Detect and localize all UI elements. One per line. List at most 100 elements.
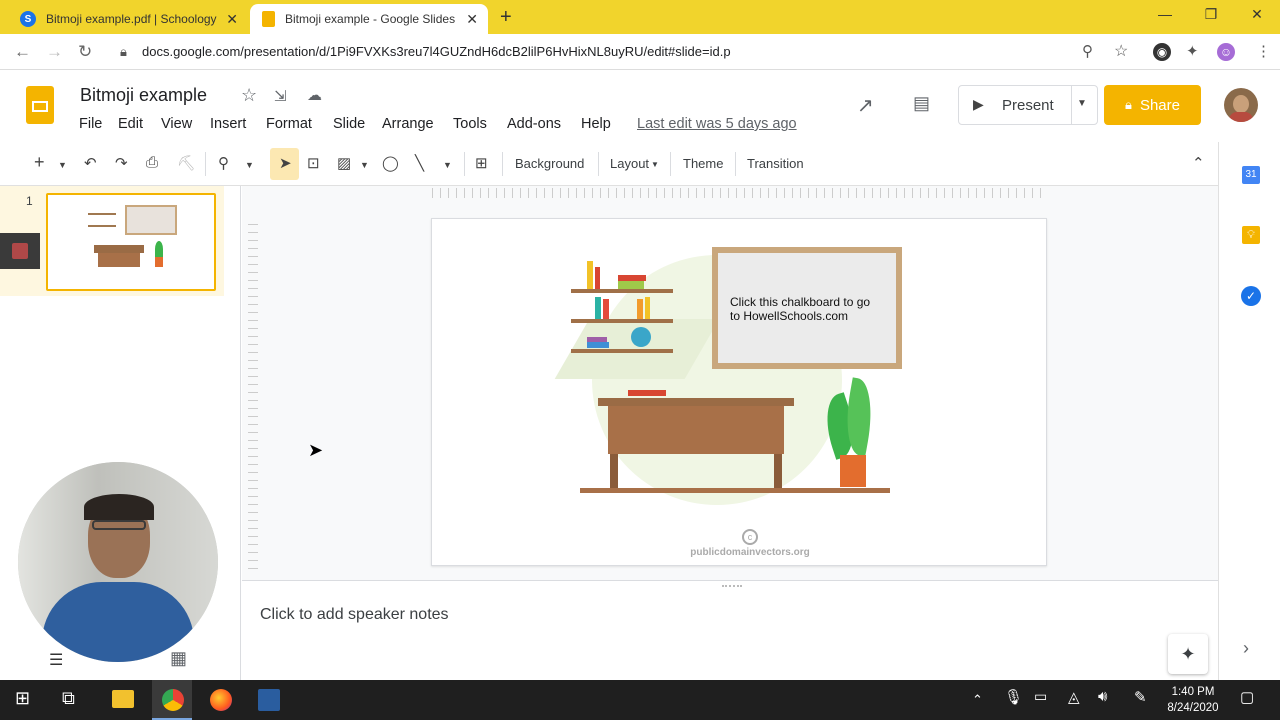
menu-file[interactable]: File xyxy=(79,116,102,132)
present-button[interactable]: ▶ Present ▼ xyxy=(958,85,1098,125)
line-dropdown-icon[interactable]: ▼ xyxy=(443,160,452,170)
chalkboard-frame[interactable]: Click this chalkboard to go to HowellSch… xyxy=(712,247,902,369)
webcam-overlay-tab xyxy=(0,233,40,269)
paint-format-icon[interactable]: ⛏ xyxy=(177,154,196,172)
image-dropdown-icon[interactable]: ▼ xyxy=(360,160,369,170)
url-field[interactable]: docs.google.com/presentation/d/1Pi9FVXKs… xyxy=(142,44,731,59)
extensions-puzzle-icon[interactable]: ✦ xyxy=(1186,42,1199,60)
tab-google-slides[interactable]: Bitmoji example - Google Slides ✕ xyxy=(250,4,488,34)
restore-icon[interactable]: ❐ xyxy=(1188,6,1234,23)
profile-avatar-icon[interactable]: ☺ xyxy=(1217,43,1235,61)
line-icon[interactable]: ╲ xyxy=(415,154,424,172)
move-folder-icon[interactable]: ⇲ xyxy=(274,87,287,105)
menu-help[interactable]: Help xyxy=(581,116,611,132)
menu-view[interactable]: View xyxy=(161,116,192,132)
forward-icon[interactable]: → xyxy=(46,42,63,62)
image-icon[interactable]: ▨ xyxy=(337,154,351,172)
lock-icon[interactable]: 🔒︎ xyxy=(120,44,127,60)
volume-icon[interactable]: 🔊︎ xyxy=(1098,688,1107,705)
present-dropdown-icon[interactable]: ▼ xyxy=(1077,98,1087,109)
cloud-status-icon[interactable]: ☁ xyxy=(307,86,322,104)
last-edit-link[interactable]: Last edit was 5 days ago xyxy=(637,116,797,132)
menu-edit[interactable]: Edit xyxy=(118,116,143,132)
redo-icon[interactable]: ↷ xyxy=(115,154,128,172)
clock[interactable]: 1:40 PM 8/24/2020 xyxy=(1162,684,1224,716)
star-icon[interactable]: ☆ xyxy=(1114,41,1128,61)
zoom-dropdown-icon[interactable]: ▼ xyxy=(245,160,254,170)
speaker-notes-placeholder[interactable]: Click to add speaker notes xyxy=(260,606,449,624)
add-comment-icon[interactable]: ⊞ xyxy=(475,154,488,172)
minimize-icon[interactable]: — xyxy=(1142,6,1188,22)
back-icon[interactable]: ← xyxy=(14,42,31,62)
battery-icon[interactable]: ▭ xyxy=(1034,688,1047,705)
menu-insert[interactable]: Insert xyxy=(210,116,246,132)
close-tab-icon[interactable]: ✕ xyxy=(226,11,238,28)
chalkboard[interactable]: Click this chalkboard to go to HowellSch… xyxy=(718,253,896,363)
menu-arrange[interactable]: Arrange xyxy=(382,116,434,132)
star-icon[interactable]: ☆ xyxy=(241,85,257,106)
filmstrip-panel: 1 ☰ ▦ xyxy=(0,186,241,680)
tab-title: Bitmoji example - Google Slides xyxy=(285,12,456,26)
tasks-icon[interactable]: ✓ xyxy=(1241,286,1261,306)
document-title[interactable]: Bitmoji example xyxy=(80,85,207,106)
watermark-text: publicdomainvectors.org xyxy=(690,547,810,558)
keep-icon[interactable]: 💡︎ xyxy=(1242,226,1260,244)
file-explorer-icon[interactable] xyxy=(112,690,134,708)
zoom-icon[interactable]: ⚲ xyxy=(1082,42,1093,60)
reload-icon[interactable]: ↻ xyxy=(78,42,92,62)
app-window-icon[interactable] xyxy=(258,689,280,711)
layout-button[interactable]: Layout xyxy=(610,156,649,171)
more-menu-icon[interactable]: ⋮ xyxy=(1256,42,1271,60)
undo-icon[interactable]: ↶ xyxy=(84,154,97,172)
new-tab-icon[interactable]: + xyxy=(500,6,512,29)
grid-view-icon[interactable]: ▦ xyxy=(170,648,187,669)
tab-schoology[interactable]: S Bitmoji example.pdf | Schoology ✕ xyxy=(8,4,248,34)
new-slide-dropdown-icon[interactable]: ▼ xyxy=(58,160,67,170)
present-label: Present xyxy=(1002,97,1054,114)
extension-icon[interactable]: ◉ xyxy=(1153,43,1171,61)
menu-slide[interactable]: Slide xyxy=(333,116,365,132)
zoom-icon[interactable]: ⚲ xyxy=(218,154,229,172)
slide-thumbnail[interactable] xyxy=(46,193,216,291)
menu-format[interactable]: Format xyxy=(266,116,312,132)
transition-button[interactable]: Transition xyxy=(747,156,804,171)
activity-trend-icon[interactable]: ↗ xyxy=(857,93,874,118)
menu-tools[interactable]: Tools xyxy=(453,116,487,132)
microphone-icon[interactable]: 🎙︎ xyxy=(1004,688,1023,706)
desk-body xyxy=(608,406,784,454)
windows-start-icon[interactable]: ⊞ xyxy=(15,688,30,709)
firefox-icon[interactable] xyxy=(210,689,232,711)
close-window-icon[interactable]: ✕ xyxy=(1234,6,1280,23)
show-hidden-icons[interactable]: ⌃ xyxy=(972,692,983,708)
explore-icon[interactable]: ✦ xyxy=(1168,634,1208,674)
task-view-icon[interactable]: ⧉ xyxy=(62,688,75,709)
calendar-icon[interactable]: 31 xyxy=(1242,166,1260,184)
background-button[interactable]: Background xyxy=(515,156,584,171)
windows-taskbar: ⊞ ⧉ ⌃ 🎙︎ ▭ ◬ 🔊︎ ✎ 1:40 PM 8/24/2020 ▢ xyxy=(0,680,1280,720)
theme-button[interactable]: Theme xyxy=(683,156,723,171)
collapse-toolbar-icon[interactable]: ⌃ xyxy=(1192,154,1205,172)
share-button[interactable]: 🔒︎ Share xyxy=(1104,85,1201,125)
user-avatar[interactable] xyxy=(1224,88,1258,122)
notifications-icon[interactable]: ▢ xyxy=(1240,688,1254,706)
plant-pot xyxy=(840,455,866,487)
chrome-icon[interactable] xyxy=(162,689,184,711)
comments-icon[interactable]: ▤ xyxy=(913,93,930,114)
shape-icon[interactable]: ◯ xyxy=(382,154,399,172)
menu-add-ons[interactable]: Add-ons xyxy=(507,116,561,132)
slide[interactable]: Click this chalkboard to go to HowellSch… xyxy=(431,218,1047,566)
resize-handle[interactable] xyxy=(722,585,742,587)
bottom-shelf xyxy=(571,349,673,353)
wifi-icon[interactable]: ◬ xyxy=(1068,688,1080,706)
speaker-notes[interactable]: Click to add speaker notes xyxy=(242,580,1218,680)
expand-panel-icon[interactable]: › xyxy=(1243,638,1249,659)
text-box-icon[interactable]: ⊡ xyxy=(307,154,320,172)
close-tab-icon[interactable]: ✕ xyxy=(466,11,478,28)
new-slide-icon[interactable]: + xyxy=(34,152,45,173)
layout-dropdown-icon[interactable]: ▼ xyxy=(651,160,659,169)
select-cursor-icon[interactable]: ➤ xyxy=(279,154,292,172)
filmstrip-view-icon[interactable]: ☰ xyxy=(49,650,63,670)
slides-logo-icon[interactable] xyxy=(26,86,54,124)
print-icon[interactable]: ⎙ xyxy=(146,154,158,171)
pen-icon[interactable]: ✎ xyxy=(1134,688,1147,706)
